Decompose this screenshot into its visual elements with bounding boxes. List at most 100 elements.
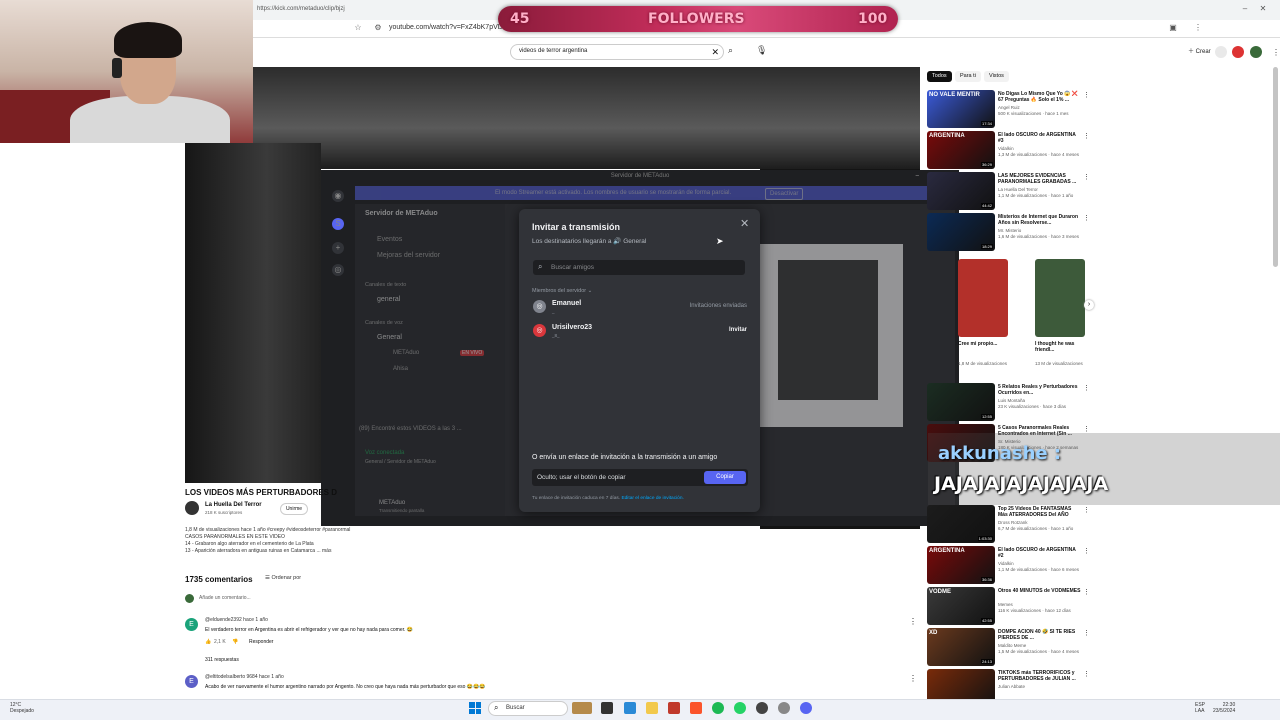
close-window-icon[interactable]: ✕ [1258, 4, 1268, 14]
recommendation-item[interactable]: ARGENTINA 36:29 El lado OSCURO de ARGENTIN… [927, 131, 1092, 173]
replies-toggle[interactable]: 311 respuestas [205, 657, 239, 663]
explore-icon[interactable]: ◎ [332, 264, 344, 276]
whatsapp-icon[interactable] [734, 702, 746, 714]
friend-search-input[interactable]: ⌕ Buscar amigos [533, 260, 745, 275]
recommendation-channel[interactable]: Vidalkin [998, 146, 1014, 151]
minimize-icon[interactable]: – [916, 170, 919, 182]
spotify-icon[interactable] [712, 702, 724, 714]
channel-events[interactable]: Eventos [377, 236, 402, 243]
comment-menu-icon[interactable]: ⋮ [909, 674, 917, 683]
recommendation-channel[interactable]: Julian Abbate [998, 684, 1025, 689]
more-options-icon[interactable]: ⋮ [1083, 547, 1090, 555]
office-icon[interactable] [668, 702, 680, 714]
browser-tab-url[interactable]: https://kick.com/metaduo/clip/bjzj [257, 6, 345, 12]
comment-author[interactable]: @eltitodelsalberto 9684 hace 1 año [205, 674, 284, 680]
discord-icon[interactable] [800, 702, 812, 714]
search-icon[interactable]: ⌕ [728, 45, 744, 59]
add-server-icon[interactable]: + [332, 242, 344, 254]
comment-avatar[interactable]: E [185, 675, 198, 688]
close-icon[interactable]: ✕ [740, 217, 749, 230]
user-name[interactable]: METAduo [379, 500, 405, 506]
short-title[interactable]: I thought he was friendl... [1035, 341, 1085, 353]
channel-name[interactable]: La Huella Del Terror [205, 502, 262, 508]
recommendation-item[interactable]: VODME 42:55 Otros 40 MINUTOS de VODMEMES Me… [927, 587, 1092, 629]
microphone-icon[interactable]: 🎙 [756, 45, 770, 59]
chevron-right-icon[interactable]: › [1084, 300, 1094, 310]
recommendation-item[interactable]: 1:03:30 Top 25 Videos De FANTASMAS Más AT… [927, 505, 1092, 547]
recommendation-channel[interactable]: La Huella Del Terror [998, 187, 1038, 192]
recommendation-thumbnail[interactable]: 12:55 [927, 383, 995, 421]
settings-icon[interactable] [778, 702, 790, 714]
stream-preview[interactable] [760, 244, 903, 427]
video-description[interactable]: 1,8 M de visualizaciones hace 1 año #cre… [185, 527, 505, 555]
recommendation-item[interactable]: 12:55 5 Relatos Reales y Perturbadores Oc… [927, 383, 1092, 425]
comment-menu-icon[interactable]: ⋮ [909, 617, 917, 626]
task-view-icon[interactable] [601, 702, 613, 714]
recommendation-title[interactable]: El lado OSCURO de ARGENTINA #2 [998, 547, 1082, 559]
comment-avatar[interactable]: E [185, 618, 198, 631]
recommendation-item[interactable]: 44:42 LAS MEJORES EVIDENCIAS PARANORMALES… [927, 172, 1092, 214]
add-comment-input[interactable]: Añade un comentario... [199, 595, 251, 601]
language-indicator[interactable]: ESP LAA [1195, 702, 1205, 714]
recommendation-thumbnail[interactable]: 18:29 [927, 213, 995, 251]
more-options-icon[interactable]: ⋮ [1083, 214, 1090, 222]
recommendation-title[interactable]: LAS MEJORES EVIDENCIAS PARANORMALES GRAB… [998, 173, 1082, 185]
video-player[interactable] [253, 67, 920, 169]
more-icon[interactable]: ⋮ [1272, 48, 1280, 57]
short-title[interactable]: Cree mi propio... [958, 341, 1008, 347]
recommendation-title[interactable]: TIKTOKS más TERRORIFICOS y PERTURBADORES… [998, 670, 1082, 682]
channel-general-text[interactable]: general [377, 296, 400, 303]
more-options-icon[interactable]: ⋮ [1083, 588, 1090, 596]
create-button[interactable]: ＋ Crear [1188, 46, 1211, 55]
channel-boosts[interactable]: Mejoras del servidor [377, 252, 440, 259]
recommendation-thumbnail[interactable]: NO VALE MENTIR 17:34 [927, 90, 995, 128]
voice-user-metaduo[interactable]: METAduo [393, 350, 419, 356]
recommendation-title[interactable]: 5 Relatos Reales y Perturbadores Ocurrid… [998, 384, 1082, 396]
recommendation-item[interactable]: XD 24:13 DOMPE ACION 40 🤣 SI TE RIES PIERD… [927, 628, 1092, 670]
disable-streamer-button[interactable]: Desactivar [765, 188, 804, 200]
recommendation-thumbnail[interactable]: ARGENTINA 36:29 [927, 131, 995, 169]
reply-button[interactable]: Responder [249, 639, 273, 645]
recommendation-title[interactable]: Top 25 Videos De FANTASMAS Más ATERRADOR… [998, 506, 1082, 518]
recommendation-item[interactable]: NO VALE MENTIR 17:34 No Digas Lo Mismo Que… [927, 90, 1092, 132]
recommendation-thumbnail[interactable]: VODME 42:55 [927, 587, 995, 625]
channel-avatar[interactable] [185, 501, 199, 515]
channel-general-voice[interactable]: General [377, 334, 402, 341]
clear-search-icon[interactable]: ✕ [711, 47, 719, 58]
members-header[interactable]: Miembros del servidor ⌄ [532, 288, 592, 294]
recommendation-title[interactable]: No Digas Lo Mismo Que Yo 😱 ❌ 67 Pregunta… [998, 91, 1082, 103]
bookmark-icon[interactable]: ☆ [353, 23, 363, 33]
more-options-icon[interactable]: ⋮ [1083, 425, 1090, 433]
invite-link-field[interactable]: Oculto; usar el botón de copiar Copiar [532, 469, 748, 486]
file-explorer-icon[interactable] [646, 702, 658, 714]
like-icon[interactable]: 👍 [205, 639, 211, 645]
recommendation-channel[interactable]: Luis Montaña [998, 398, 1025, 403]
more-options-icon[interactable]: ⋮ [1083, 132, 1090, 140]
recommendation-thumbnail[interactable]: 44:42 [927, 172, 995, 210]
recommendation-channel[interactable]: Maldito Meme [998, 643, 1026, 648]
recommendation-channel[interactable]: Memes [998, 602, 1013, 607]
chip-all[interactable]: Todos [927, 71, 952, 82]
recommendation-channel[interactable]: Dross Rotzank [998, 520, 1028, 525]
sort-button[interactable]: ☰ Ordenar por [265, 575, 301, 581]
edit-invite-link[interactable]: Editar el enlace de invitación. [621, 496, 683, 501]
minimize-icon[interactable]: – [1240, 4, 1250, 14]
short-thumbnail[interactable] [958, 259, 1008, 337]
edge-icon[interactable] [624, 702, 636, 714]
upload-icon[interactable] [1215, 46, 1227, 58]
recommendation-channel[interactable]: Mr. Misterio [998, 228, 1021, 233]
copy-button[interactable]: Copiar [704, 471, 746, 484]
more-options-icon[interactable]: ⋮ [1083, 173, 1090, 181]
dislike-icon[interactable]: 👎 [232, 639, 238, 645]
youtube-search-input[interactable]: videos de terror argentina ✕ [510, 44, 724, 60]
comment-author[interactable]: @elduende2392 hace 1 año [205, 617, 268, 623]
menu-dots-icon[interactable]: ⋮ [1193, 23, 1203, 33]
extensions-icon[interactable]: ▣ [1168, 23, 1178, 33]
obs-icon[interactable] [756, 702, 768, 714]
account-avatar[interactable] [1250, 46, 1262, 58]
taskbar-clock[interactable]: 22:30 23/5/2024 [1213, 702, 1235, 714]
short-thumbnail[interactable] [1035, 259, 1085, 337]
notifications-icon[interactable] [1232, 46, 1244, 58]
voice-user-other[interactable]: Ahisa [393, 366, 408, 372]
recommendation-item[interactable]: ARGENTINA 36:36 El lado OSCURO de ARGENTIN… [927, 546, 1092, 588]
